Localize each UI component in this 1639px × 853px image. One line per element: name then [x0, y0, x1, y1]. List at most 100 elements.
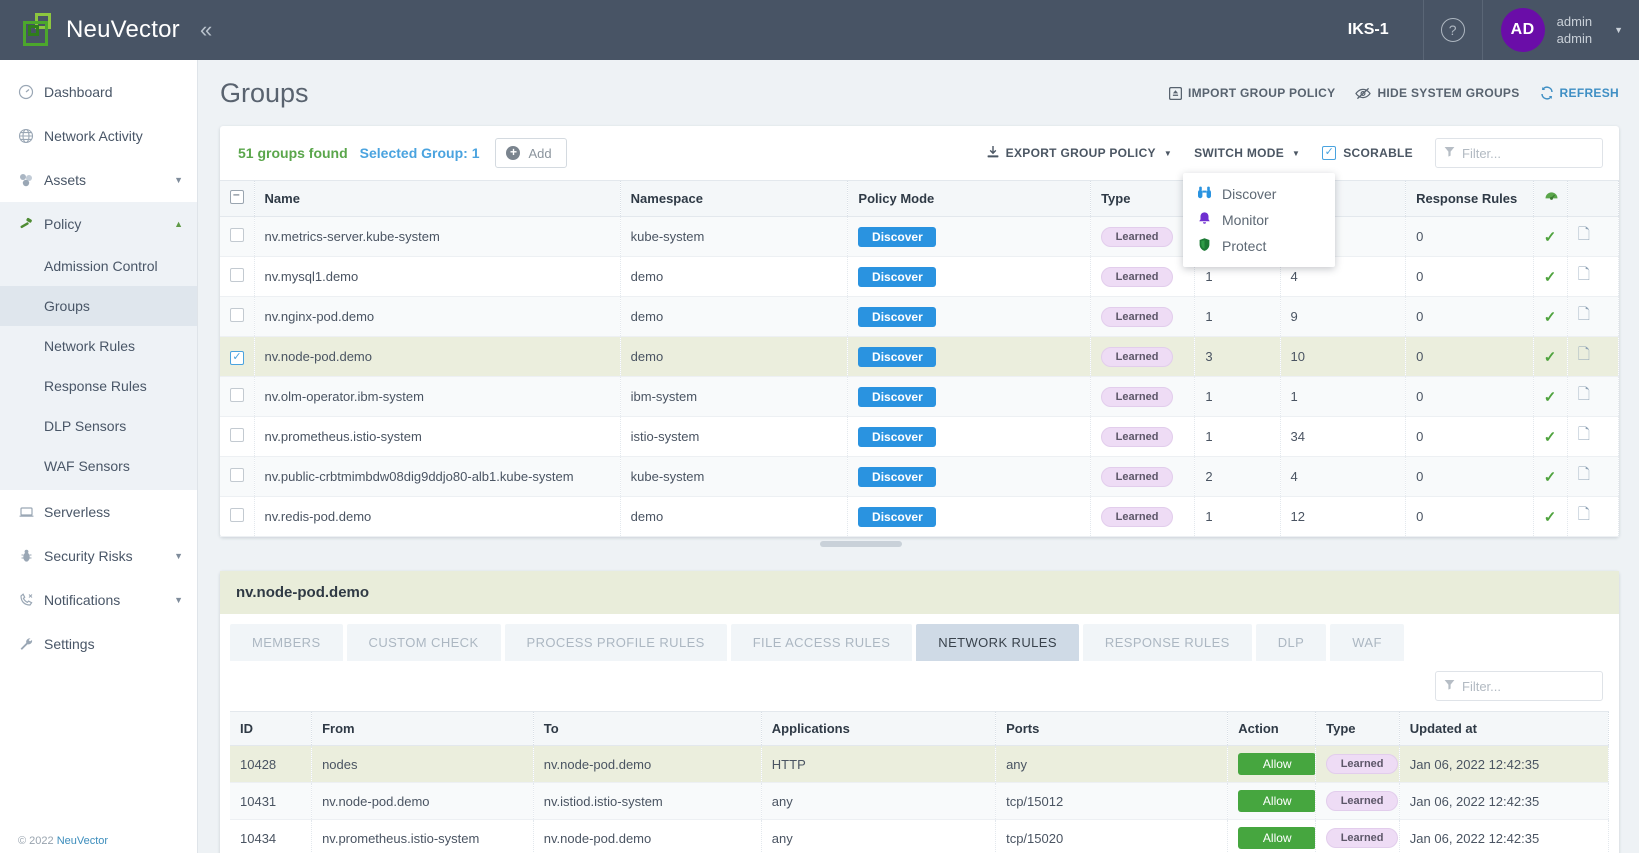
scrollbar-thumb[interactable] [820, 541, 902, 547]
col-namespace[interactable]: Namespace [620, 181, 848, 217]
cell-report[interactable]: 🗋 [1567, 337, 1618, 377]
tab-process-profile-rules[interactable]: PROCESS PROFILE RULES [505, 624, 727, 661]
col-id[interactable]: ID [230, 712, 312, 746]
row-checkbox-cell[interactable] [220, 217, 254, 257]
checkbox-icon[interactable] [230, 388, 244, 402]
col-ports[interactable]: Ports [996, 712, 1228, 746]
horizontal-scrollbar[interactable] [198, 537, 1639, 555]
tab-network-rules[interactable]: NETWORK RULES [916, 624, 1079, 661]
col-to[interactable]: To [533, 712, 761, 746]
col-applications[interactable]: Applications [761, 712, 995, 746]
user-menu[interactable]: AD admin admin ▼ [1483, 8, 1639, 52]
hide-system-groups-button[interactable]: HIDE SYSTEM GROUPS [1355, 86, 1519, 100]
export-group-policy-button[interactable]: EXPORT GROUP POLICY ▼ [986, 145, 1172, 162]
cell-policy-mode[interactable]: Discover [848, 217, 1091, 257]
switch-mode-button[interactable]: SWITCH MODE ▼ [1194, 146, 1300, 160]
tab-waf[interactable]: WAF [1330, 624, 1404, 661]
sidebar-item-waf-sensors[interactable]: WAF Sensors [0, 446, 197, 486]
chevron-down-icon[interactable]: ▼ [174, 551, 183, 561]
checkbox-icon[interactable] [230, 228, 244, 242]
tab-members[interactable]: MEMBERS [230, 624, 343, 661]
report-icon[interactable]: 🗋 [1578, 346, 1590, 363]
groups-filter[interactable] [1435, 138, 1603, 168]
row-checkbox-cell[interactable] [220, 297, 254, 337]
col-updated-at[interactable]: Updated at [1399, 712, 1608, 746]
row-checkbox-cell[interactable] [220, 377, 254, 417]
cell-policy-mode[interactable]: Discover [848, 257, 1091, 297]
chevron-up-icon[interactable]: ▲ [174, 219, 183, 229]
cell-report[interactable]: 🗋 [1567, 457, 1618, 497]
row-checkbox-cell[interactable] [220, 257, 254, 297]
table-row[interactable]: nv.public-crbtmimbdw08dig9ddjo80-alb1.ku… [220, 457, 1619, 497]
col-name[interactable]: Name [254, 181, 620, 217]
cell-report[interactable]: 🗋 [1567, 377, 1618, 417]
report-icon[interactable]: 🗋 [1578, 266, 1590, 283]
mode-item-discover[interactable]: Discover [1183, 181, 1335, 207]
sidebar-collapse-icon[interactable]: « [200, 19, 212, 41]
sidebar-item-policy[interactable]: Policy ▲ [0, 202, 197, 246]
sidebar-item-groups[interactable]: Groups [0, 286, 197, 326]
cell-policy-mode[interactable]: Discover [848, 457, 1091, 497]
cell-report[interactable]: 🗋 [1567, 497, 1618, 537]
network-rules-filter-input[interactable] [1462, 679, 1594, 694]
row-checkbox-cell[interactable]: ✓ [220, 337, 254, 377]
table-row[interactable]: 10434 nv.prometheus.istio-system nv.node… [230, 820, 1609, 853]
col-score[interactable] [1533, 181, 1567, 217]
col-type[interactable]: Type [1316, 712, 1400, 746]
sidebar-item-security-risks[interactable]: Security Risks ▼ [0, 534, 197, 578]
cell-policy-mode[interactable]: Discover [848, 377, 1091, 417]
checkbox-icon[interactable] [230, 428, 244, 442]
add-group-button[interactable]: + Add [495, 138, 566, 168]
tab-custom-check[interactable]: CUSTOM CHECK [347, 624, 501, 661]
col-policy-mode[interactable]: Policy Mode [848, 181, 1091, 217]
tab-response-rules[interactable]: RESPONSE RULES [1083, 624, 1252, 661]
row-checkbox-cell[interactable] [220, 457, 254, 497]
tab-dlp[interactable]: DLP [1256, 624, 1327, 661]
report-icon[interactable]: 🗋 [1578, 306, 1590, 323]
sidebar-item-notifications[interactable]: Notifications ▼ [0, 578, 197, 622]
report-icon[interactable]: 🗋 [1578, 466, 1590, 483]
col-from[interactable]: From [312, 712, 534, 746]
checkbox-icon[interactable] [230, 268, 244, 282]
cell-policy-mode[interactable]: Discover [848, 337, 1091, 377]
chevron-down-icon[interactable]: ▼ [174, 595, 183, 605]
sidebar-item-network-rules[interactable]: Network Rules [0, 326, 197, 366]
table-row[interactable]: nv.prometheus.istio-system istio-system … [220, 417, 1619, 457]
sidebar-item-dashboard[interactable]: Dashboard [0, 70, 197, 114]
checkbox-icon[interactable] [230, 508, 244, 522]
sidebar-item-dlp-sensors[interactable]: DLP Sensors [0, 406, 197, 446]
cell-report[interactable]: 🗋 [1567, 257, 1618, 297]
table-row[interactable]: nv.mysql1.demo demo Discover Learned 1 4… [220, 257, 1619, 297]
report-icon[interactable]: 🗋 [1578, 426, 1590, 443]
table-row[interactable]: nv.olm-operator.ibm-system ibm-system Di… [220, 377, 1619, 417]
footer-link[interactable]: NeuVector [57, 835, 108, 847]
table-row[interactable]: nv.redis-pod.demo demo Discover Learned … [220, 497, 1619, 537]
tab-file-access-rules[interactable]: FILE ACCESS RULES [731, 624, 913, 661]
chevron-down-icon[interactable]: ▼ [1614, 25, 1623, 35]
brand[interactable]: NeuVector [0, 13, 178, 47]
table-row[interactable]: nv.metrics-server.kube-system kube-syste… [220, 217, 1619, 257]
col-response-rules[interactable]: Response Rules [1406, 181, 1534, 217]
checkbox-icon[interactable] [230, 468, 244, 482]
scorable-checkbox[interactable]: ✓ SCORABLE [1322, 146, 1413, 160]
sidebar-item-network-activity[interactable]: Network Activity [0, 114, 197, 158]
table-row[interactable]: 10431 nv.node-pod.demo nv.istiod.istio-s… [230, 783, 1609, 820]
mode-item-protect[interactable]: Protect [1183, 233, 1335, 259]
report-icon[interactable]: 🗋 [1578, 386, 1590, 403]
mode-item-monitor[interactable]: Monitor [1183, 207, 1335, 233]
table-row[interactable]: ✓ nv.node-pod.demo demo Discover Learned… [220, 337, 1619, 377]
sidebar-item-admission-control[interactable]: Admission Control [0, 246, 197, 286]
checkbox-indeterminate-icon[interactable] [230, 190, 244, 204]
sidebar-item-serverless[interactable]: Serverless [0, 490, 197, 534]
col-action[interactable]: Action [1228, 712, 1316, 746]
sidebar-item-response-rules[interactable]: Response Rules [0, 366, 197, 406]
groups-filter-input[interactable] [1462, 146, 1594, 161]
cell-report[interactable]: 🗋 [1567, 297, 1618, 337]
help-button[interactable]: ? [1424, 0, 1482, 60]
report-icon[interactable]: 🗋 [1578, 226, 1590, 243]
select-all-header[interactable] [220, 181, 254, 217]
row-checkbox-cell[interactable] [220, 497, 254, 537]
table-row[interactable]: 10428 nodes nv.node-pod.demo HTTP any Al… [230, 746, 1609, 783]
col-type[interactable]: Type [1091, 181, 1195, 217]
network-rules-filter[interactable] [1435, 671, 1603, 701]
